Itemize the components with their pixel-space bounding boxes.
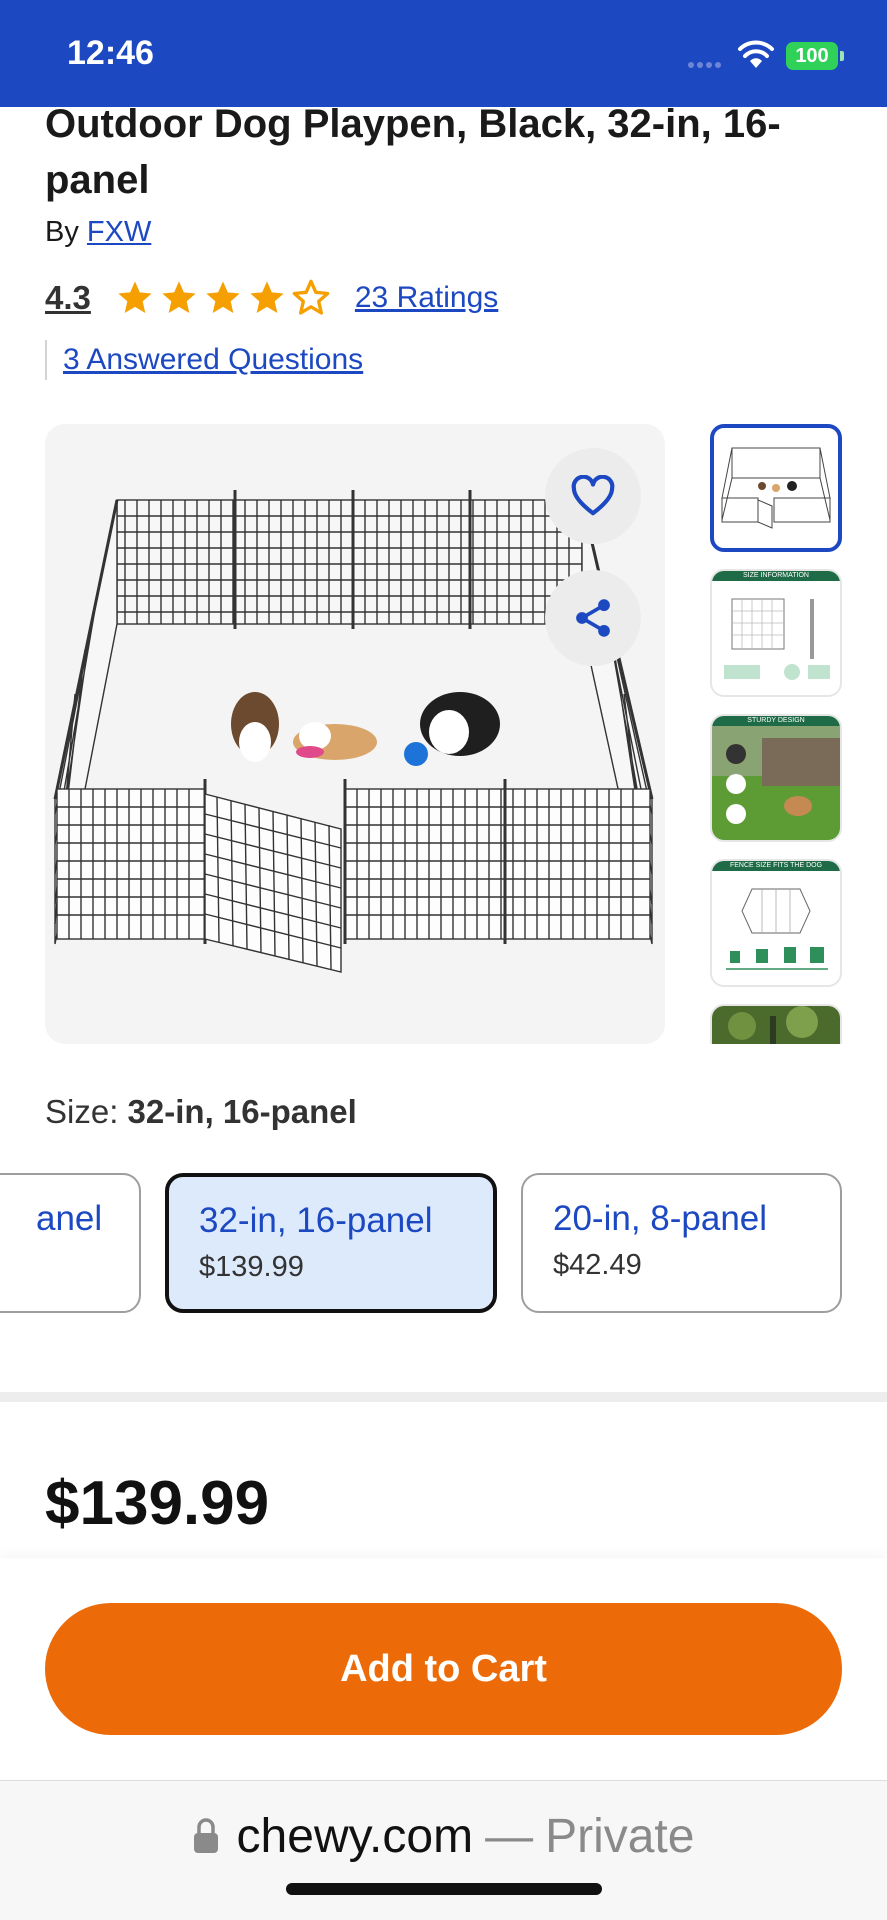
star-empty-icon: [292, 279, 330, 315]
size-option-name: 20-in, 8-panel: [553, 1199, 768, 1238]
heart-icon: [571, 475, 615, 516]
star-full-icon: [206, 281, 240, 313]
lock-icon: [193, 1818, 218, 1853]
status-bar: 12:46 100: [0, 0, 887, 107]
thumbnail-4[interactable]: FENCE SIZE FITS THE DOG: [710, 859, 842, 987]
thumbnail-1[interactable]: [710, 424, 842, 552]
brand-line: By FXW: [45, 216, 151, 249]
size-option-name: anel: [36, 1199, 103, 1238]
rating-value[interactable]: 4.3: [45, 279, 91, 317]
star-rating: [115, 278, 331, 318]
thumbnail-outdoor-image: [712, 726, 840, 840]
private-mode-label: Private: [545, 1809, 695, 1863]
rating-row: 4.3 23 Ratings: [45, 276, 498, 320]
wifi-icon: [738, 40, 774, 68]
thumbnail-strip: SIZE INFORMATION STURDY DESIGN FENCE SIZ…: [710, 424, 842, 1044]
size-option-price: $42.49: [553, 1249, 642, 1281]
size-option[interactable]: 20-in, 8-panel $42.49: [521, 1173, 842, 1313]
size-label-text: Size:: [45, 1093, 119, 1130]
add-to-cart-button[interactable]: Add to Cart: [45, 1603, 842, 1735]
thumbnail-playpen-image: [721, 447, 831, 529]
section-divider: [0, 1392, 887, 1402]
url-display[interactable]: chewy.com — Private: [0, 1808, 887, 1864]
size-option-name: 32-in, 16-panel: [199, 1201, 433, 1240]
share-icon: [576, 599, 610, 637]
size-label: Size: 32-in, 16-panel: [45, 1093, 357, 1131]
thumbnail-caption: SIZE INFORMATION: [712, 571, 840, 581]
url-domain: chewy.com: [236, 1809, 474, 1863]
size-option-selected[interactable]: 32-in, 16-panel $139.99: [165, 1173, 497, 1313]
thumbnail-2[interactable]: SIZE INFORMATION: [710, 569, 842, 697]
answered-questions-link[interactable]: 3 Answered Questions: [45, 340, 363, 380]
ratings-link[interactable]: 23 Ratings: [355, 281, 498, 315]
status-time: 12:46: [67, 34, 154, 72]
size-selected-value: 32-in, 16-panel: [127, 1093, 357, 1130]
thumbnail-caption: STURDY DESIGN: [712, 716, 840, 726]
thumbnail-3[interactable]: STURDY DESIGN: [710, 714, 842, 842]
star-full-icon: [250, 281, 284, 313]
size-option[interactable]: anel: [0, 1173, 141, 1313]
size-option-price: $139.99: [199, 1251, 304, 1283]
thumbnail-caption: FENCE SIZE FITS THE DOG: [712, 861, 840, 871]
thumbnail-5[interactable]: [710, 1004, 842, 1044]
favorite-button[interactable]: [545, 448, 641, 544]
home-indicator[interactable]: [286, 1883, 602, 1895]
battery-icon: 100: [786, 42, 844, 70]
thumbnail-garden-image: [712, 1006, 840, 1044]
thumbnail-size-info-image: [724, 598, 830, 680]
share-button[interactable]: [545, 570, 641, 666]
cellular-signal-icon: [688, 55, 726, 68]
star-full-icon: [118, 281, 152, 313]
star-full-icon: [162, 281, 196, 313]
thumbnail-dog-sizes-image: [726, 888, 828, 970]
product-price: $139.99: [45, 1469, 270, 1538]
by-prefix: By: [45, 216, 79, 248]
brand-link[interactable]: FXW: [87, 216, 151, 248]
product-title: Outdoor Dog Playpen, Black, 32-in, 16-pa…: [45, 102, 781, 202]
url-separator: —: [485, 1809, 534, 1863]
